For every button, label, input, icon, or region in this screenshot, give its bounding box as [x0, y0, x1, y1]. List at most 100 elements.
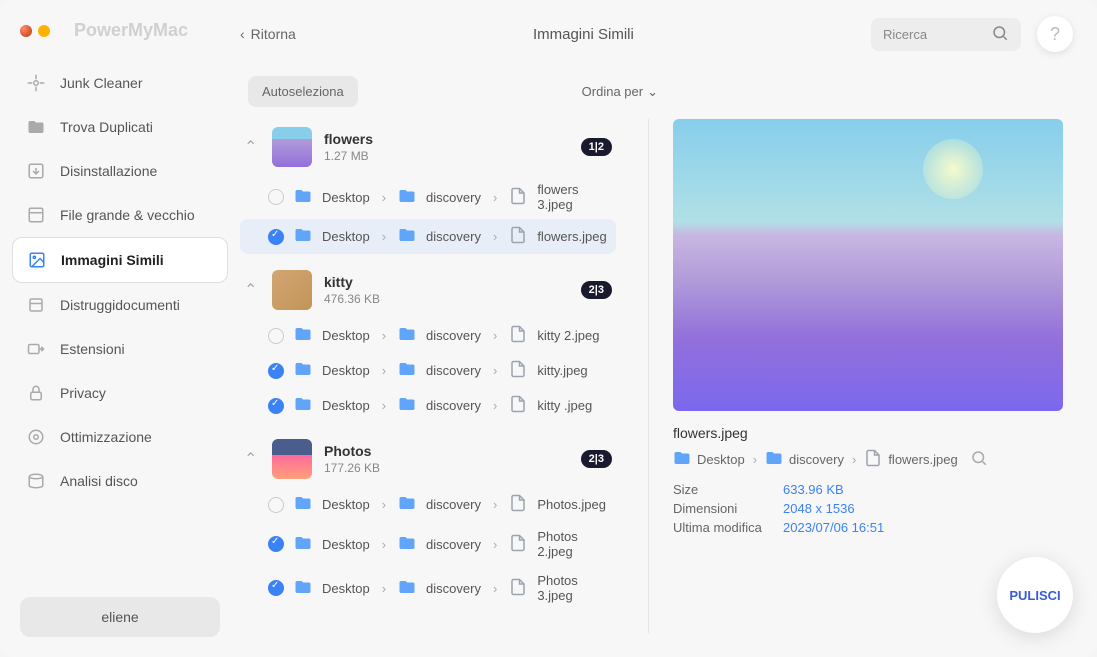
close-window-icon[interactable] [20, 25, 32, 37]
checkbox[interactable] [268, 497, 284, 513]
sidebar-item-distruggidocumenti[interactable]: Distruggidocumenti [12, 283, 228, 327]
minimize-window-icon[interactable] [38, 25, 50, 37]
folder-icon [398, 325, 416, 346]
group-size: 476.36 KB [324, 292, 569, 306]
group-header[interactable]: ⌃ Photos 177.26 KB 2|3 [240, 431, 616, 487]
clean-button[interactable]: PULISCI [997, 557, 1073, 633]
count-badge: 1|2 [581, 138, 612, 156]
sort-button[interactable]: Ordina per ⌄ [582, 84, 658, 100]
preview-filename: flowers.jpeg [673, 425, 1073, 441]
sidebar-item-trova-duplicati[interactable]: Trova Duplicati [12, 105, 228, 149]
path-segment: discovery [426, 190, 481, 205]
checkbox[interactable] [268, 398, 284, 414]
folder-icon [673, 449, 691, 470]
path-segment: discovery [426, 229, 481, 244]
file-icon [509, 226, 527, 247]
sidebar-item-immagini-simili[interactable]: Immagini Simili [12, 237, 228, 283]
search-icon[interactable] [970, 449, 988, 470]
back-button[interactable]: ‹ Ritorna [240, 26, 296, 42]
search-icon [991, 24, 1009, 45]
help-button[interactable]: ? [1037, 16, 1073, 52]
path-segment: Desktop [322, 328, 370, 343]
user-pill[interactable]: eliene [20, 597, 220, 637]
path-segment: discovery [426, 328, 481, 343]
folder-icon [294, 187, 312, 208]
group-header[interactable]: ⌃ kitty 476.36 KB 2|3 [240, 262, 616, 318]
file-row[interactable]: Desktop › discovery › kitty 2.jpeg [240, 318, 616, 353]
file-row[interactable]: Desktop › discovery › kitty .jpeg [240, 388, 616, 423]
chevron-up-icon[interactable]: ⌃ [244, 280, 260, 300]
file-row[interactable]: Desktop › discovery › flowers.jpeg [240, 219, 616, 254]
file-icon [509, 360, 527, 381]
chevron-up-icon[interactable]: ⌃ [244, 137, 260, 157]
folder-icon [398, 534, 416, 555]
folder-icon [294, 226, 312, 247]
group-header[interactable]: ⌃ flowers 1.27 MB 1|2 [240, 119, 616, 175]
checkbox[interactable] [268, 328, 284, 344]
meta-label: Size [673, 482, 783, 497]
group-size: 1.27 MB [324, 149, 569, 163]
topbar: ‹ Ritorna Immagini Simili Ricerca ? [240, 16, 1073, 68]
sidebar-item-analisi-disco[interactable]: Analisi disco [12, 459, 228, 503]
checkbox[interactable] [268, 580, 284, 596]
file-row[interactable]: Desktop › discovery › Photos 3.jpeg [240, 566, 616, 610]
count-badge: 2|3 [581, 450, 612, 468]
chevron-right-icon: › [382, 537, 386, 552]
file-row[interactable]: Desktop › discovery › flowers 3.jpeg [240, 175, 616, 219]
sidebar-item-disinstallazione[interactable]: Disinstallazione [12, 149, 228, 193]
sidebar: PowerMyMac Junk CleanerTrova DuplicatiDi… [0, 0, 240, 657]
path-file: flowers.jpeg [888, 452, 957, 467]
meta-value: 2023/07/06 16:51 [783, 520, 884, 535]
file-icon [509, 578, 527, 599]
checkbox[interactable] [268, 536, 284, 552]
chevron-right-icon: › [382, 190, 386, 205]
chevron-right-icon: › [493, 229, 497, 244]
main: ‹ Ritorna Immagini Simili Ricerca ? Auto… [240, 0, 1097, 657]
file-row[interactable]: Desktop › discovery › Photos.jpeg [240, 487, 616, 522]
chevron-right-icon: › [382, 497, 386, 512]
chevron-right-icon: › [493, 328, 497, 343]
file-row[interactable]: Desktop › discovery › kitty.jpeg [240, 353, 616, 388]
checkbox[interactable] [268, 229, 284, 245]
file-row[interactable]: Desktop › discovery › Photos 2.jpeg [240, 522, 616, 566]
controls: Autoseleziona Ordina per ⌄ [240, 68, 1073, 119]
thumbnail [272, 127, 312, 167]
file-name: kitty 2.jpeg [537, 328, 599, 343]
chevron-right-icon: › [852, 452, 856, 467]
folder-icon [294, 360, 312, 381]
chevron-right-icon: › [382, 581, 386, 596]
sidebar-item-file-grande-&-vecchio[interactable]: File grande & vecchio [12, 193, 228, 237]
checkbox[interactable] [268, 189, 284, 205]
nav-label: Junk Cleaner [60, 75, 143, 91]
metadata: Size 633.96 KB Dimensioni 2048 x 1536 Ul… [673, 480, 1073, 537]
sidebar-item-ottimizzazione[interactable]: Ottimizzazione [12, 415, 228, 459]
content: ⌃ flowers 1.27 MB 1|2 Desktop › discover… [240, 119, 1073, 633]
sidebar-item-junk-cleaner[interactable]: Junk Cleaner [12, 61, 228, 105]
file-name: kitty.jpeg [537, 363, 587, 378]
chevron-right-icon: › [493, 537, 497, 552]
folder-icon [398, 187, 416, 208]
nav-label: File grande & vecchio [60, 207, 195, 223]
sidebar-item-privacy[interactable]: Privacy [12, 371, 228, 415]
folder-icon [294, 395, 312, 416]
meta-value: 633.96 KB [783, 482, 844, 497]
file-name: flowers 3.jpeg [537, 182, 608, 212]
group-name: Photos [324, 443, 569, 459]
file-icon [509, 325, 527, 346]
path-segment: Desktop [322, 537, 370, 552]
file-name: flowers.jpeg [537, 229, 606, 244]
chevron-right-icon: › [382, 328, 386, 343]
file-icon [509, 494, 527, 515]
folder-icon [398, 226, 416, 247]
search-input[interactable]: Ricerca [871, 18, 1021, 51]
autoselect-button[interactable]: Autoseleziona [248, 76, 358, 107]
path-segment: Desktop [697, 452, 745, 467]
checkbox[interactable] [268, 363, 284, 379]
folder-icon [398, 395, 416, 416]
path-segment: discovery [426, 581, 481, 596]
sidebar-item-estensioni[interactable]: Estensioni [12, 327, 228, 371]
folder-icon [294, 534, 312, 555]
nav-label: Analisi disco [60, 473, 138, 489]
chevron-up-icon[interactable]: ⌃ [244, 449, 260, 469]
nav-label: Immagini Simili [61, 252, 164, 268]
